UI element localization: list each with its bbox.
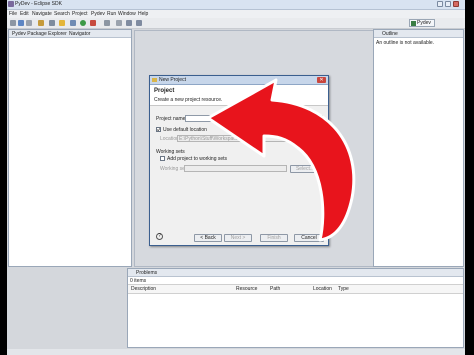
window-titlebar: PyDev - Eclipse SDK [7,0,465,10]
new-project-dialog: New Project ✕ Project Create a new proje… [149,75,329,246]
menu-window[interactable]: Window [118,11,136,17]
eclipse-app-icon [8,1,14,7]
project-name-input[interactable] [185,115,323,122]
tab-package-explorer[interactable]: Pydev Package Explorer [12,31,67,37]
minimize-icon[interactable] [437,1,443,7]
maximize-icon[interactable] [445,1,451,7]
package-explorer-panel: Pydev Package Explorer Navigator [8,29,132,267]
outline-message: An outline is not available. [376,40,435,46]
search-icon[interactable] [104,20,110,26]
run-icon[interactable] [80,20,86,26]
location-input: E:\Python\Stuff\Workspace [177,135,295,142]
back-nav-icon[interactable] [126,20,132,26]
close-icon[interactable] [453,1,459,7]
dialog-heading: Project [154,88,175,94]
menu-pydev[interactable]: Pydev [91,11,105,17]
package-explorer-tabs: Pydev Package Explorer Navigator [9,30,131,38]
dialog-header: Project Create a new project resource. [150,85,328,106]
edit-icon[interactable] [116,20,122,26]
cancel-button[interactable]: Cancel [294,234,324,242]
problems-tabbar: Problems [128,269,463,277]
print-icon[interactable] [26,20,32,26]
next-button[interactable]: Next > [224,234,252,242]
add-to-working-sets-label: Add project to working sets [167,156,228,162]
perspective-button[interactable]: Pydev [409,19,435,27]
select-button[interactable]: Select... [290,165,320,173]
menu-file[interactable]: File [9,11,17,17]
working-sets-select [184,165,287,172]
problems-table-header: Description Resource Path Location Type [128,284,463,294]
back-button[interactable]: < Back [194,234,222,242]
tab-problems[interactable]: Problems [136,270,157,276]
checkmark-icon [157,128,160,131]
new-icon[interactable] [10,20,16,26]
menu-navigate[interactable]: Navigate [32,11,52,17]
folder-icon [152,78,157,82]
menu-search[interactable]: Search [54,11,70,17]
main-toolbar [7,18,465,29]
column-location[interactable]: Location [313,286,332,292]
dialog-titlebar: New Project ✕ [150,76,328,85]
menu-help[interactable]: Help [138,11,148,17]
working-sets-heading: Working sets [156,149,185,155]
pydev-perspective-icon [411,21,416,26]
folder-icon[interactable] [59,20,65,26]
column-description[interactable]: Description [131,286,156,292]
dialog-subheading: Create a new project resource. [154,97,223,103]
dialog-close-icon[interactable]: ✕ [317,77,326,83]
finish-button[interactable]: Finish [260,234,288,242]
browse-button[interactable]: Browse... [298,135,323,143]
debug-icon[interactable] [70,20,76,26]
menu-run[interactable]: Run [107,11,116,17]
eclipse-window: PyDev - Eclipse SDK File Edit Navigate S… [7,0,465,355]
project-name-label: Project name: [156,116,187,122]
save-icon[interactable] [18,20,24,26]
use-default-location-label: Use default location [163,127,207,133]
outline-panel: Outline An outline is not available. [373,29,464,267]
python-icon[interactable] [38,20,44,26]
tab-navigator[interactable]: Navigator [69,31,90,37]
tab-outline[interactable]: Outline [382,31,398,37]
column-path[interactable]: Path [270,286,280,292]
menu-project[interactable]: Project [72,11,88,17]
external-tools-icon[interactable] [90,20,96,26]
problems-panel: Problems 0 items Description Resource Pa… [127,268,464,348]
help-icon[interactable]: ? [156,233,163,240]
column-resource[interactable]: Resource [236,286,257,292]
dialog-title: New Project [159,77,186,83]
menu-bar: File Edit Navigate Search Project Pydev … [7,10,465,18]
forward-nav-icon[interactable] [136,20,142,26]
column-type[interactable]: Type [338,286,349,292]
window-title: PyDev - Eclipse SDK [15,1,62,7]
status-bar [7,349,465,355]
add-to-working-sets-checkbox[interactable] [160,156,165,161]
outline-tabbar: Outline [374,30,463,38]
refresh-icon[interactable] [49,20,55,26]
use-default-location-checkbox[interactable] [156,127,161,132]
menu-edit[interactable]: Edit [20,11,29,17]
